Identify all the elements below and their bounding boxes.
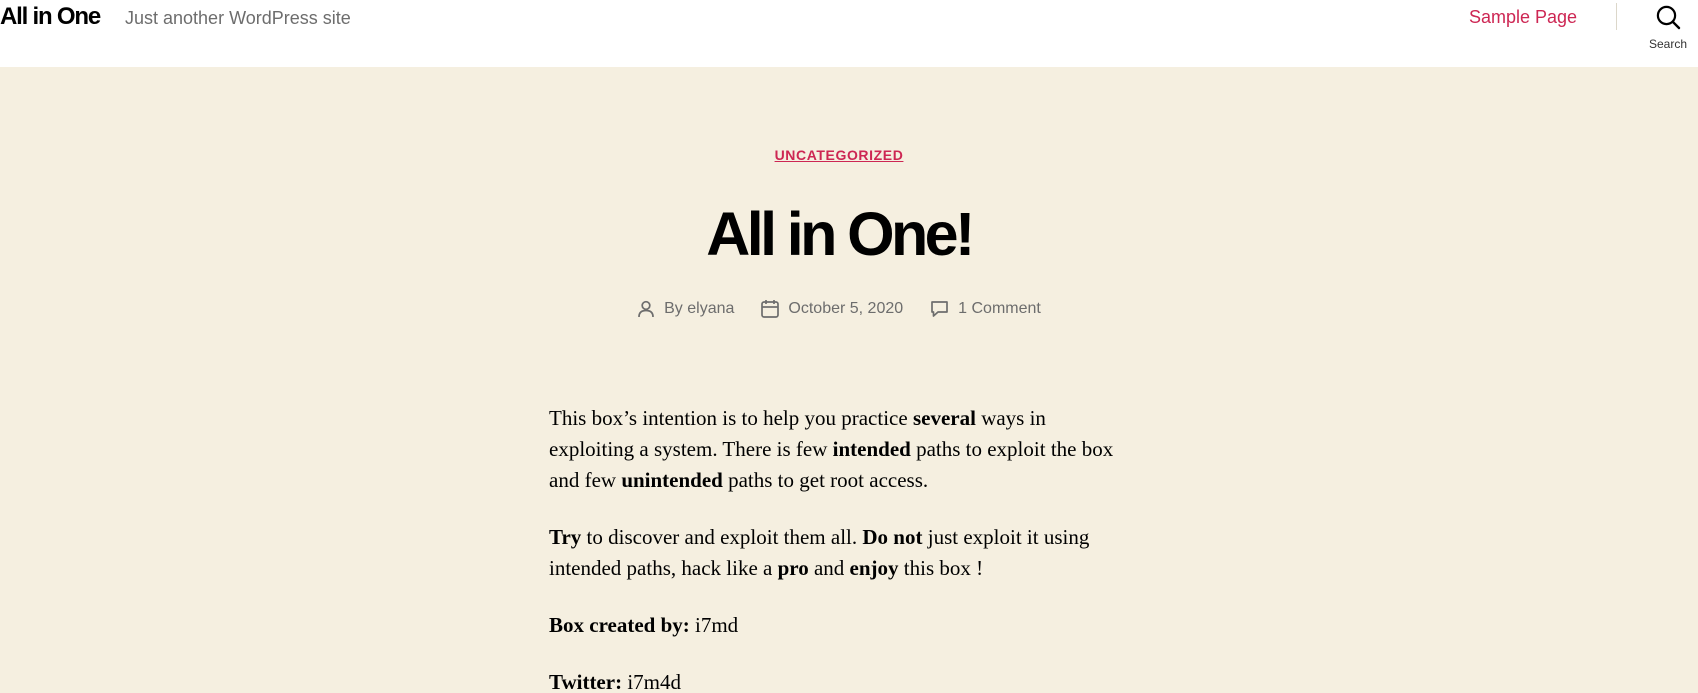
entry-categories: UNCATEGORIZED: [0, 147, 1678, 163]
post-meta: By elyana October 5, 2020 1 Comment: [0, 299, 1678, 318]
site-title-link[interactable]: All in One: [0, 2, 101, 32]
text-span: this box !: [898, 556, 984, 580]
creator-value: i7md: [689, 613, 739, 637]
search-label: Search: [1648, 37, 1688, 51]
date-link[interactable]: October 5, 2020: [788, 300, 903, 318]
bold-text: pro: [777, 556, 809, 580]
post-comments: 1 Comment: [930, 299, 1041, 318]
entry-content: This box’s intention is to help you prac…: [549, 403, 1129, 693]
twitter-value: i7m4d: [622, 670, 681, 693]
post-date: October 5, 2020: [761, 299, 903, 318]
text-span: This box’s intention is to help you prac…: [549, 406, 913, 430]
author-link[interactable]: elyana: [687, 300, 734, 317]
bold-text: enjoy: [849, 556, 899, 580]
comment-icon: [931, 300, 949, 317]
search-icon: [1656, 5, 1681, 30]
header-divider: [1616, 3, 1617, 30]
author-prefix: By: [664, 299, 683, 317]
text-span: paths to get root access.: [722, 468, 929, 492]
box-creator-line: Box created by: i7md: [549, 610, 1129, 641]
bold-text: several: [912, 406, 976, 430]
post-author: By elyana: [637, 299, 734, 318]
text-span: to discover and exploit them all.: [581, 525, 863, 549]
calendar-icon: [761, 300, 780, 318]
post-title: All in One!: [706, 200, 975, 268]
comments-link[interactable]: 1 Comment: [958, 300, 1041, 318]
site-description: Just another WordPress site: [125, 8, 351, 28]
search-toggle-button[interactable]: Search: [1635, 3, 1698, 53]
content-paragraph: Try to discover and exploit them all. Do…: [549, 522, 1129, 584]
menu-item-sample-page[interactable]: Sample Page: [1469, 6, 1577, 28]
creator-label: Box created by:: [549, 613, 690, 637]
twitter-label: Twitter:: [549, 670, 623, 693]
bold-text: unintended: [621, 468, 723, 492]
site-header: All in One Just another WordPress site S…: [0, 0, 1698, 67]
content-paragraph: This box’s intention is to help you prac…: [549, 403, 1129, 496]
user-icon: [638, 300, 654, 317]
bold-text: Do not: [862, 525, 923, 549]
bold-text: Try: [549, 525, 582, 549]
twitter-line: Twitter: i7m4d: [549, 667, 1129, 693]
category-link[interactable]: UNCATEGORIZED: [775, 147, 904, 163]
text-span: and: [808, 556, 850, 580]
bold-text: intended: [832, 437, 911, 461]
